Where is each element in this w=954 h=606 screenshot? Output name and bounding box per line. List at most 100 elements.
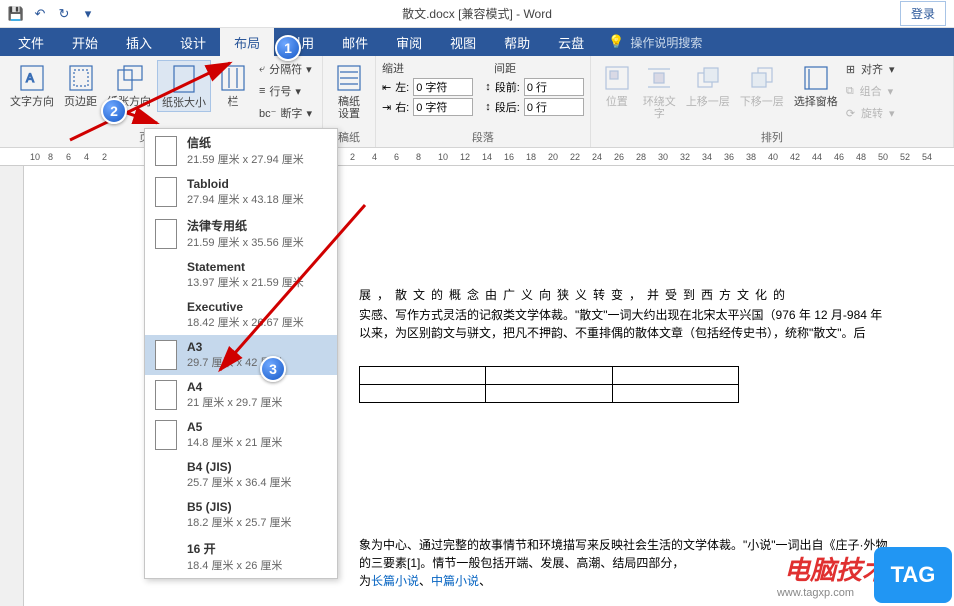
- space-after-spinner[interactable]: ↕段后:: [485, 98, 584, 116]
- vertical-ruler[interactable]: [0, 166, 24, 606]
- size-option-a5[interactable]: A514.8 厘米 x 21 厘米: [145, 415, 337, 455]
- indent-right-icon: ⇥: [382, 101, 391, 114]
- size-option-statement[interactable]: Statement13.97 厘米 x 21.59 厘米: [145, 255, 337, 295]
- size-option-b5-jis-[interactable]: B5 (JIS)18.2 厘米 x 25.7 厘米: [145, 495, 337, 535]
- indent-header: 缩进: [382, 60, 404, 76]
- menu-bar: 文件 开始 插入 设计 布局 引用 邮件 审阅 视图 帮助 云盘 💡 操作说明搜…: [0, 28, 954, 56]
- window-title: 散文.docx [兼容模式] - Word: [402, 5, 552, 22]
- doc-table: [359, 366, 739, 403]
- page-icon: [155, 177, 177, 207]
- size-name: 16 开: [187, 540, 282, 557]
- menu-cloud[interactable]: 云盘: [544, 28, 598, 56]
- size-option-16-[interactable]: 16 开18.4 厘米 x 26 厘米: [145, 535, 337, 578]
- menu-file[interactable]: 文件: [4, 28, 58, 56]
- callout-1: 1: [275, 35, 301, 61]
- size-name: A3: [187, 340, 282, 354]
- redo-icon[interactable]: ↻: [56, 6, 72, 22]
- callout-2: 2: [101, 98, 127, 124]
- indent-right-spinner[interactable]: ⇥右:: [382, 98, 473, 116]
- menu-design[interactable]: 设计: [166, 28, 220, 56]
- login-button[interactable]: 登录: [900, 1, 946, 26]
- title-bar: 💾 ↶ ↻ ▾ 散文.docx [兼容模式] - Word 登录: [0, 0, 954, 28]
- size-option-b4-jis-[interactable]: B4 (JIS)25.7 厘米 x 36.4 厘米: [145, 455, 337, 495]
- qat-customize-icon[interactable]: ▾: [80, 6, 96, 22]
- doc-line-3: 以来，为区别韵文与骈文，把凡不押韵、不重排偶的散体文章（包括经传史书），统称"散…: [359, 324, 948, 343]
- spacing-header: 间距: [494, 60, 516, 76]
- doc-line-2: 实感、写作方式灵活的记叙类文学体裁。"散文"一词大约出现在北宋太平兴国（976 …: [359, 306, 948, 325]
- align-button[interactable]: ⊞对齐 ▾: [844, 60, 897, 78]
- rotate-button: ⟳旋转 ▾: [844, 104, 897, 122]
- undo-icon[interactable]: ↶: [32, 6, 48, 22]
- callout-3: 3: [260, 356, 286, 382]
- size-dimensions: 13.97 厘米 x 21.59 厘米: [187, 274, 304, 290]
- indent-right-input[interactable]: [413, 98, 473, 116]
- size-option-executive[interactable]: Executive18.42 厘米 x 26.67 厘米: [145, 295, 337, 335]
- size-dimensions: 21 厘米 x 29.7 厘米: [187, 394, 282, 410]
- size-name: Tabloid: [187, 177, 304, 191]
- group-paragraph: 缩进 间距 ⇤左: ↕段前: ⇥右: ↕段后: 段落: [376, 56, 591, 147]
- menu-review[interactable]: 审阅: [382, 28, 436, 56]
- rotate-icon: ⟳: [846, 107, 855, 120]
- text-direction-button[interactable]: A 文字方向: [6, 60, 58, 110]
- size-name: Executive: [187, 300, 304, 314]
- send-backward-icon: [749, 65, 775, 91]
- position-icon: [604, 65, 630, 91]
- space-after-input[interactable]: [524, 98, 584, 116]
- tag-badge: TAG: [874, 547, 952, 603]
- tell-me-search[interactable]: 💡 操作说明搜索: [608, 28, 702, 56]
- doc-line-6: 为长篇小说、中篇小说、: [359, 572, 491, 591]
- paper-size-button[interactable]: 纸张大小: [157, 60, 211, 112]
- menu-layout[interactable]: 布局: [220, 28, 274, 56]
- size-option--[interactable]: 信纸21.59 厘米 x 27.94 厘米: [145, 129, 337, 172]
- doc-line-1: 展，散文的概念由广义向狭义转变，并受到西方文化的: [359, 286, 948, 305]
- space-before-icon: ↕: [485, 81, 491, 93]
- size-name: A5: [187, 420, 282, 434]
- bring-forward-icon: [695, 65, 721, 91]
- manuscript-settings-button[interactable]: 稿纸 设置: [329, 60, 369, 122]
- page-icon: [155, 340, 177, 370]
- group-icon: ⧉: [846, 85, 854, 98]
- page-icon: [155, 420, 177, 450]
- margins-button[interactable]: 页边距: [60, 60, 101, 110]
- space-before-spinner[interactable]: ↕段前:: [485, 78, 584, 96]
- columns-button[interactable]: 栏: [213, 60, 253, 110]
- group-button: ⧉组合 ▾: [844, 82, 897, 100]
- hyphenation-button[interactable]: bc⁻断字 ▾: [255, 104, 316, 122]
- indent-left-spinner[interactable]: ⇤左:: [382, 78, 473, 96]
- watermark-url: www.tagxp.com: [777, 587, 854, 599]
- margins-icon: [68, 64, 94, 92]
- menu-view[interactable]: 视图: [436, 28, 490, 56]
- align-icon: ⊞: [846, 63, 855, 76]
- size-option--[interactable]: 法律专用纸21.59 厘米 x 35.56 厘米: [145, 212, 337, 255]
- size-dimensions: 21.59 厘米 x 35.56 厘米: [187, 234, 304, 250]
- paper-size-icon: [171, 64, 197, 94]
- size-option-tabloid[interactable]: Tabloid27.94 厘米 x 43.18 厘米: [145, 172, 337, 212]
- selection-pane-button[interactable]: 选择窗格: [790, 60, 842, 110]
- quick-access-toolbar: 💾 ↶ ↻ ▾: [0, 6, 104, 22]
- breaks-button[interactable]: ⤶分隔符 ▾: [255, 60, 316, 78]
- size-dimensions: 27.94 厘米 x 43.18 厘米: [187, 191, 304, 207]
- size-dimensions: 18.4 厘米 x 26 厘米: [187, 557, 282, 573]
- size-name: 信纸: [187, 134, 304, 151]
- manuscript-icon: [336, 64, 362, 92]
- paragraph-group-label: 段落: [382, 129, 584, 145]
- space-before-input[interactable]: [524, 78, 584, 96]
- size-name: Statement: [187, 260, 304, 274]
- hyphenation-icon: bc⁻: [259, 107, 276, 120]
- orientation-icon: [115, 64, 143, 92]
- size-option-a4[interactable]: A421 厘米 x 29.7 厘米: [145, 375, 337, 415]
- size-dimensions: 18.42 厘米 x 26.67 厘米: [187, 314, 304, 330]
- menu-insert[interactable]: 插入: [112, 28, 166, 56]
- save-icon[interactable]: 💾: [8, 6, 24, 22]
- indent-left-icon: ⇤: [382, 81, 391, 94]
- arrange-group-label: 排列: [597, 129, 947, 145]
- menu-mailings[interactable]: 邮件: [328, 28, 382, 56]
- menu-help[interactable]: 帮助: [490, 28, 544, 56]
- size-option-a3[interactable]: A329.7 厘米 x 42 厘米: [145, 335, 337, 375]
- link-long-novel[interactable]: 长篇小说: [371, 574, 419, 588]
- line-numbers-button[interactable]: ≡行号 ▾: [255, 82, 316, 100]
- indent-left-input[interactable]: [413, 78, 473, 96]
- menu-home[interactable]: 开始: [58, 28, 112, 56]
- link-medium-novel[interactable]: 中篇小说: [431, 574, 479, 588]
- size-name: A4: [187, 380, 282, 394]
